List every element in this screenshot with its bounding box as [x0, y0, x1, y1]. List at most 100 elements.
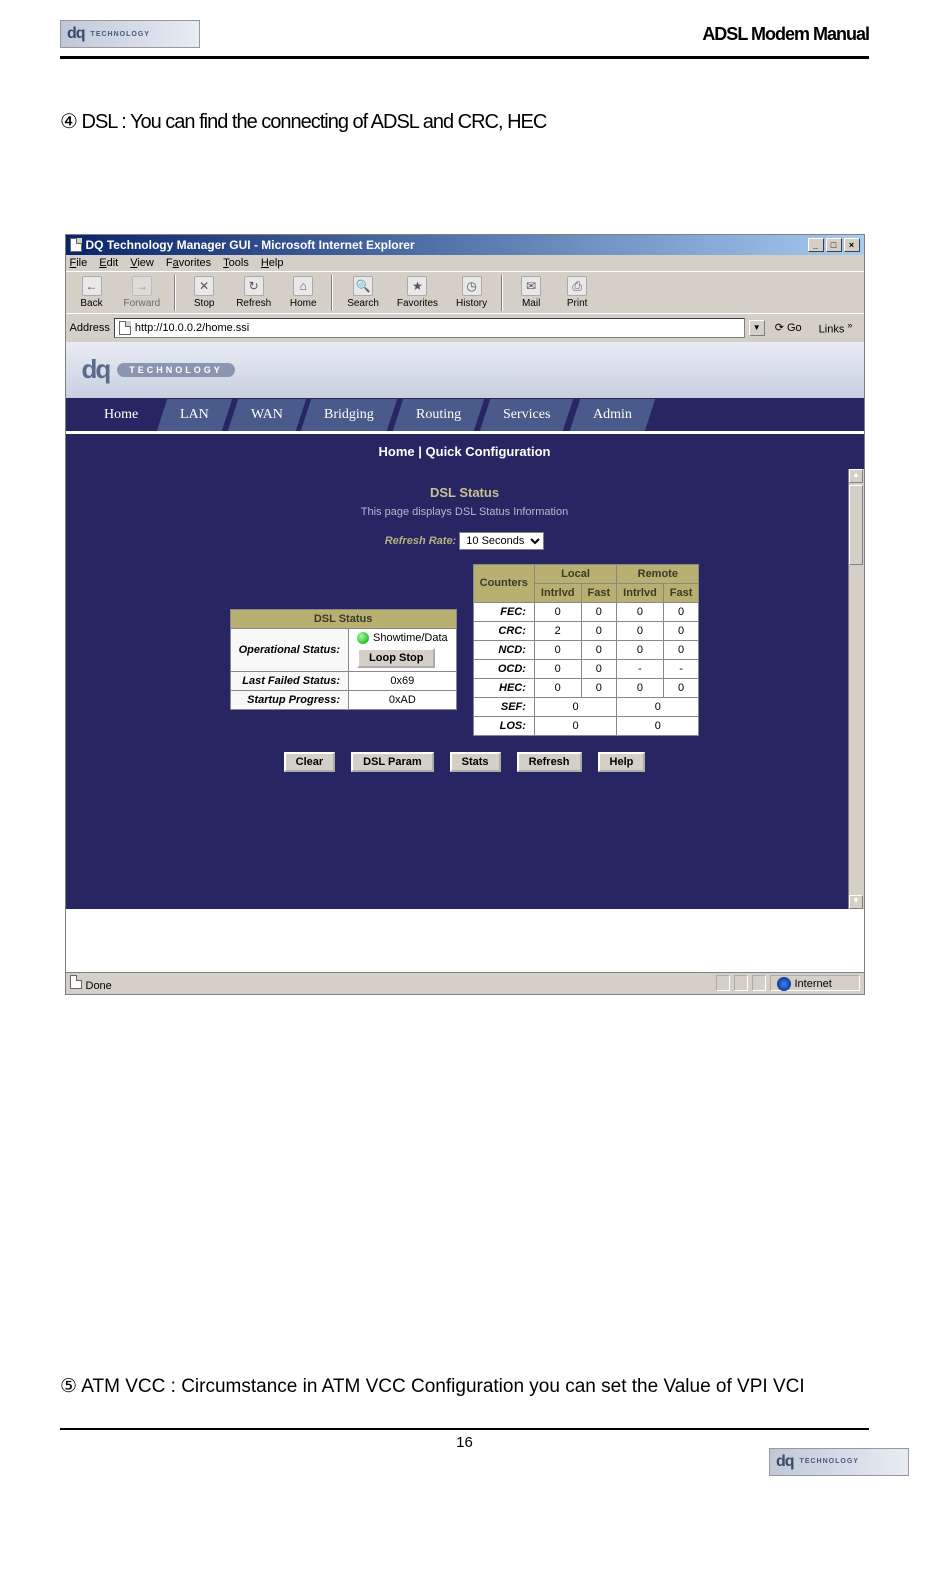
tab-admin[interactable]: Admin	[570, 399, 655, 431]
table-row: NCD:0000	[473, 640, 699, 659]
op-status-cell: Showtime/Data Loop Stop	[349, 629, 457, 672]
atm-bullet: ⑤	[60, 1376, 77, 1397]
menu-help[interactable]: Help	[261, 257, 284, 269]
back-button[interactable]: ←Back	[70, 274, 114, 311]
table-row: LOS:00	[473, 716, 699, 735]
stats-button[interactable]: Stats	[450, 752, 501, 772]
stop-button[interactable]: ✕Stop	[182, 274, 226, 311]
app-banner: dq TECHNOLOGY	[66, 342, 864, 398]
scrollbar[interactable]: ▲ ▼	[848, 469, 864, 909]
window-titlebar: DQ Technology Manager GUI - Microsoft In…	[66, 235, 864, 255]
section-description: This page displays DSL Status Informatio…	[86, 506, 844, 518]
search-button[interactable]: 🔍Search	[339, 274, 387, 311]
address-dropdown-button[interactable]: ▼	[749, 320, 765, 336]
toolbar: ←Back →Forward ✕Stop ↻Refresh ⌂Home 🔍Sea…	[66, 271, 864, 313]
status-seg	[734, 975, 748, 991]
stop-icon: ✕	[194, 276, 214, 296]
refresh-action-button[interactable]: Refresh	[517, 752, 582, 772]
page-footer: 16 dq TECHNOLOGY	[60, 1428, 869, 1451]
maximize-button[interactable]: □	[826, 238, 842, 252]
help-button[interactable]: Help	[598, 752, 646, 772]
page-icon	[119, 321, 131, 335]
col-intrlvd: Intrlvd	[534, 583, 581, 602]
browser-viewport: dq TECHNOLOGY Home LAN WAN Bridging Rout…	[66, 342, 864, 972]
intro-text: DSL : You can find the connecting of ADS…	[82, 111, 547, 133]
table-row: SEF:00	[473, 697, 699, 716]
footer-logo: dq TECHNOLOGY	[769, 1448, 909, 1476]
tab-wan[interactable]: WAN	[227, 399, 305, 431]
home-icon: ⌂	[293, 276, 313, 296]
table-row: Startup Progress: 0xAD	[230, 691, 456, 710]
go-button[interactable]: ⟳ Go	[769, 321, 808, 334]
startup-progress-value: 0xAD	[349, 691, 457, 710]
history-button[interactable]: ◷History	[448, 274, 495, 311]
col-fast: Fast	[581, 583, 617, 602]
clear-button[interactable]: Clear	[284, 752, 336, 772]
mail-button[interactable]: ✉Mail	[509, 274, 553, 311]
refresh-button[interactable]: ↻Refresh	[228, 274, 279, 311]
links-button[interactable]: Links »	[812, 317, 860, 339]
tab-lan[interactable]: LAN	[157, 399, 232, 431]
local-header: Local	[534, 564, 616, 583]
menu-edit[interactable]: Edit	[99, 257, 118, 269]
print-icon: ⎙	[567, 276, 587, 296]
dsl-status-page: DSL Status This page displays DSL Status…	[66, 469, 864, 909]
startup-progress-label: Startup Progress:	[230, 691, 348, 710]
menu-file[interactable]: File	[70, 257, 88, 269]
address-value: http://10.0.0.2/home.ssi	[135, 322, 249, 334]
refresh-icon: ↻	[244, 276, 264, 296]
window-title: DQ Technology Manager GUI - Microsoft In…	[86, 238, 415, 252]
forward-button[interactable]: →Forward	[116, 274, 169, 311]
scroll-up-button[interactable]: ▲	[849, 469, 863, 483]
dsl-param-button[interactable]: DSL Param	[351, 752, 434, 772]
status-zone: Internet	[770, 975, 860, 991]
last-failed-label: Last Failed Status:	[230, 672, 348, 691]
tab-routing[interactable]: Routing	[393, 399, 485, 431]
counters-corner: Counters	[473, 564, 534, 602]
section-title: DSL Status	[86, 485, 844, 500]
address-label: Address	[70, 322, 110, 334]
tab-home[interactable]: Home	[80, 399, 161, 431]
document-title: ADSL Modem Manual	[702, 24, 869, 45]
logo-tech: TECHNOLOGY	[91, 31, 150, 38]
toolbar-separator	[501, 275, 503, 311]
col-intrlvd-r: Intrlvd	[617, 583, 664, 602]
atm-vcc-line: ⑤ ATM VCC : Circumstance in ATM VCC Conf…	[60, 1375, 869, 1398]
scroll-thumb[interactable]	[849, 485, 863, 565]
op-status-label: Operational Status:	[230, 629, 348, 672]
forward-icon: →	[132, 276, 152, 296]
tab-bridging[interactable]: Bridging	[301, 399, 397, 431]
banner-logo: dq TECHNOLOGY	[82, 354, 235, 385]
scroll-down-button[interactable]: ▼	[849, 895, 863, 909]
dsl-status-header: DSL Status	[230, 610, 456, 629]
status-dot-icon	[357, 632, 369, 644]
intro-bullet: ④	[60, 111, 77, 133]
menu-view[interactable]: View	[130, 257, 154, 269]
globe-icon	[777, 977, 791, 991]
favorites-button[interactable]: ★Favorites	[389, 274, 446, 311]
close-button[interactable]: ×	[844, 238, 860, 252]
logo-dq: dq	[67, 25, 85, 43]
home-button[interactable]: ⌂Home	[281, 274, 325, 311]
loop-stop-button[interactable]: Loop Stop	[357, 648, 435, 668]
history-icon: ◷	[462, 276, 482, 296]
menu-tools[interactable]: Tools	[223, 257, 249, 269]
menu-favorites[interactable]: Favorites	[166, 257, 211, 269]
tab-services[interactable]: Services	[480, 399, 574, 431]
table-row: FEC:0000	[473, 602, 699, 621]
document-header: dq TECHNOLOGY ADSL Modem Manual	[60, 20, 869, 59]
print-button[interactable]: ⎙Print	[555, 274, 599, 311]
star-icon: ★	[407, 276, 427, 296]
status-bar: Done Internet	[66, 972, 864, 994]
address-input[interactable]: http://10.0.0.2/home.ssi	[114, 318, 745, 338]
page-number: 16	[456, 1434, 473, 1451]
last-failed-value: 0x69	[349, 672, 457, 691]
remote-header: Remote	[617, 564, 699, 583]
minimize-button[interactable]: _	[808, 238, 824, 252]
window-controls: _ □ ×	[808, 238, 860, 252]
dsl-status-table: DSL Status Operational Status: Showtime/…	[230, 609, 457, 710]
page-icon	[70, 975, 82, 989]
counters-table: Counters Local Remote Intrlvd Fast Intrl…	[473, 564, 700, 736]
refresh-rate-select[interactable]: 10 Seconds	[459, 532, 544, 550]
table-row: Last Failed Status: 0x69	[230, 672, 456, 691]
